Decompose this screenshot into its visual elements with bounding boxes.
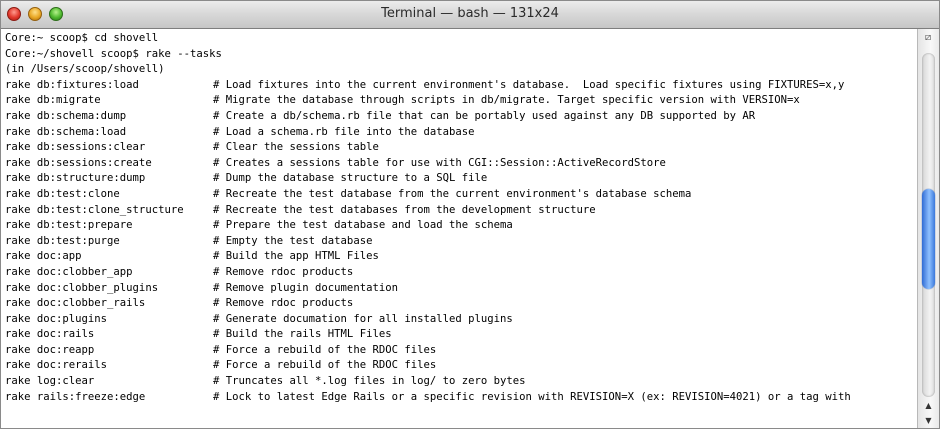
task-row: rake db:fixtures:load # Load fixtures int…	[1, 78, 917, 94]
task-row: rake doc:app # Build the app HTML Files	[1, 249, 917, 265]
terminal-window: Terminal — bash — 131x24 Core:~ scoop$ c…	[0, 0, 940, 429]
scroll-down-arrow-icon[interactable]: ▼	[922, 414, 935, 427]
task-description: # Recreate the test database from the cu…	[213, 187, 692, 200]
task-row: rake db:schema:dump # Create a db/schema.…	[1, 109, 917, 125]
task-name: rake db:test:purge	[5, 234, 120, 247]
task-description: # Build the app HTML Files	[213, 250, 379, 263]
split-pane-icon[interactable]: ⧄	[922, 32, 934, 44]
task-name: rake db:schema:load	[5, 125, 127, 138]
task-name: rake rails:freeze:edge	[5, 390, 146, 403]
task-description: # Remove rdoc products	[213, 297, 354, 310]
terminal-output[interactable]: Core:~ scoop$ cd shovell Core:~/shovell …	[1, 29, 917, 428]
task-description: # Create a db/schema.rb file that can be…	[213, 109, 756, 122]
task-row: rake rails:freeze:edge # Lock to latest E…	[1, 390, 917, 406]
terminal-line: Core:~/shovell scoop$ rake --tasks	[5, 47, 222, 60]
window-title: Terminal — bash — 131x24	[381, 6, 559, 21]
task-row: rake doc:plugins # Generate documation fo…	[1, 312, 917, 328]
task-description: # Empty the test database	[213, 234, 373, 247]
task-description: # Build the rails HTML Files	[213, 328, 392, 341]
task-name: rake db:fixtures:load	[5, 78, 139, 91]
task-description: # Recreate the test databases from the d…	[213, 203, 596, 216]
scroll-thumb[interactable]	[922, 189, 935, 289]
task-name: rake doc:reapp	[5, 343, 95, 356]
task-description: # Remove rdoc products	[213, 265, 354, 278]
task-row: rake db:test:prepare # Prepare the test d…	[1, 218, 917, 234]
task-description: # Migrate the database through scripts i…	[213, 94, 800, 107]
task-description: # Creates a sessions table for use with …	[213, 156, 666, 169]
task-description: # Clear the sessions table	[213, 141, 379, 154]
task-description: # Load a schema.rb file into the databas…	[213, 125, 475, 138]
task-name: rake db:test:prepare	[5, 219, 133, 232]
task-row: rake db:schema:load # Load a schema.rb fi…	[1, 125, 917, 141]
task-row: rake log:clear # Truncates all *.log file…	[1, 374, 917, 390]
task-row: rake doc:reapp # Force a rebuild of the R…	[1, 343, 917, 359]
task-name: rake db:schema:dump	[5, 109, 127, 122]
task-row: rake doc:rails # Build the rails HTML Fil…	[1, 327, 917, 343]
task-row: rake db:test:clone_structure # Recreate t…	[1, 203, 917, 219]
vertical-scrollbar[interactable]: ⧄ ▲ ▼	[917, 29, 939, 428]
task-name: rake doc:clobber_rails	[5, 297, 146, 310]
task-name: rake db:test:clone_structure	[5, 203, 184, 216]
terminal-line: Core:~ scoop$ cd shovell	[5, 32, 159, 44]
task-row: rake doc:clobber_rails # Remove rdoc prod…	[1, 296, 917, 312]
task-row: rake db:sessions:create # Creates a sessi…	[1, 156, 917, 172]
task-name: rake db:structure:dump	[5, 172, 146, 185]
task-description: # Dump the database structure to a SQL f…	[213, 172, 488, 185]
task-name: rake doc:app	[5, 250, 82, 263]
task-name: rake db:sessions:create	[5, 156, 152, 169]
task-description: # Generate documation for all installed …	[213, 312, 513, 325]
scroll-up-arrow-icon[interactable]: ▲	[922, 399, 935, 412]
task-name: rake doc:clobber_plugins	[5, 281, 159, 294]
task-description: # Force a rebuild of the RDOC files	[213, 359, 437, 372]
terminal-line: (in /Users/scoop/shovell)	[5, 63, 165, 76]
task-name: rake db:migrate	[5, 94, 101, 107]
task-description: # Load fixtures into the current environ…	[213, 78, 845, 91]
task-row: rake doc:clobber_app # Remove rdoc produc…	[1, 265, 917, 281]
task-row: rake db:structure:dump # Dump the databas…	[1, 171, 917, 187]
task-row: rake db:sessions:clear # Clear the sessio…	[1, 140, 917, 156]
title-bar[interactable]: Terminal — bash — 131x24	[1, 1, 939, 29]
task-description: # Truncates all *.log files in log/ to z…	[213, 375, 526, 388]
task-name: rake log:clear	[5, 375, 95, 388]
task-name: rake doc:rerails	[5, 359, 108, 372]
task-description: # Lock to latest Edge Rails or a specifi…	[213, 390, 851, 403]
task-name: rake db:test:clone	[5, 187, 120, 200]
task-name: rake doc:rails	[5, 328, 95, 341]
task-row: rake db:test:purge # Empty the test datab…	[1, 234, 917, 250]
task-row: rake doc:rerails # Force a rebuild of the…	[1, 358, 917, 374]
task-row: rake doc:clobber_plugins # Remove plugin …	[1, 281, 917, 297]
task-description: # Force a rebuild of the RDOC files	[213, 343, 437, 356]
task-name: rake db:sessions:clear	[5, 141, 146, 154]
task-description: # Prepare the test database and load the…	[213, 219, 513, 232]
task-row: rake db:test:clone # Recreate the test da…	[1, 187, 917, 203]
task-name: rake doc:clobber_app	[5, 265, 133, 278]
task-row: rake db:migrate # Migrate the database th…	[1, 93, 917, 109]
task-description: # Remove plugin documentation	[213, 281, 398, 294]
task-name: rake doc:plugins	[5, 312, 108, 325]
